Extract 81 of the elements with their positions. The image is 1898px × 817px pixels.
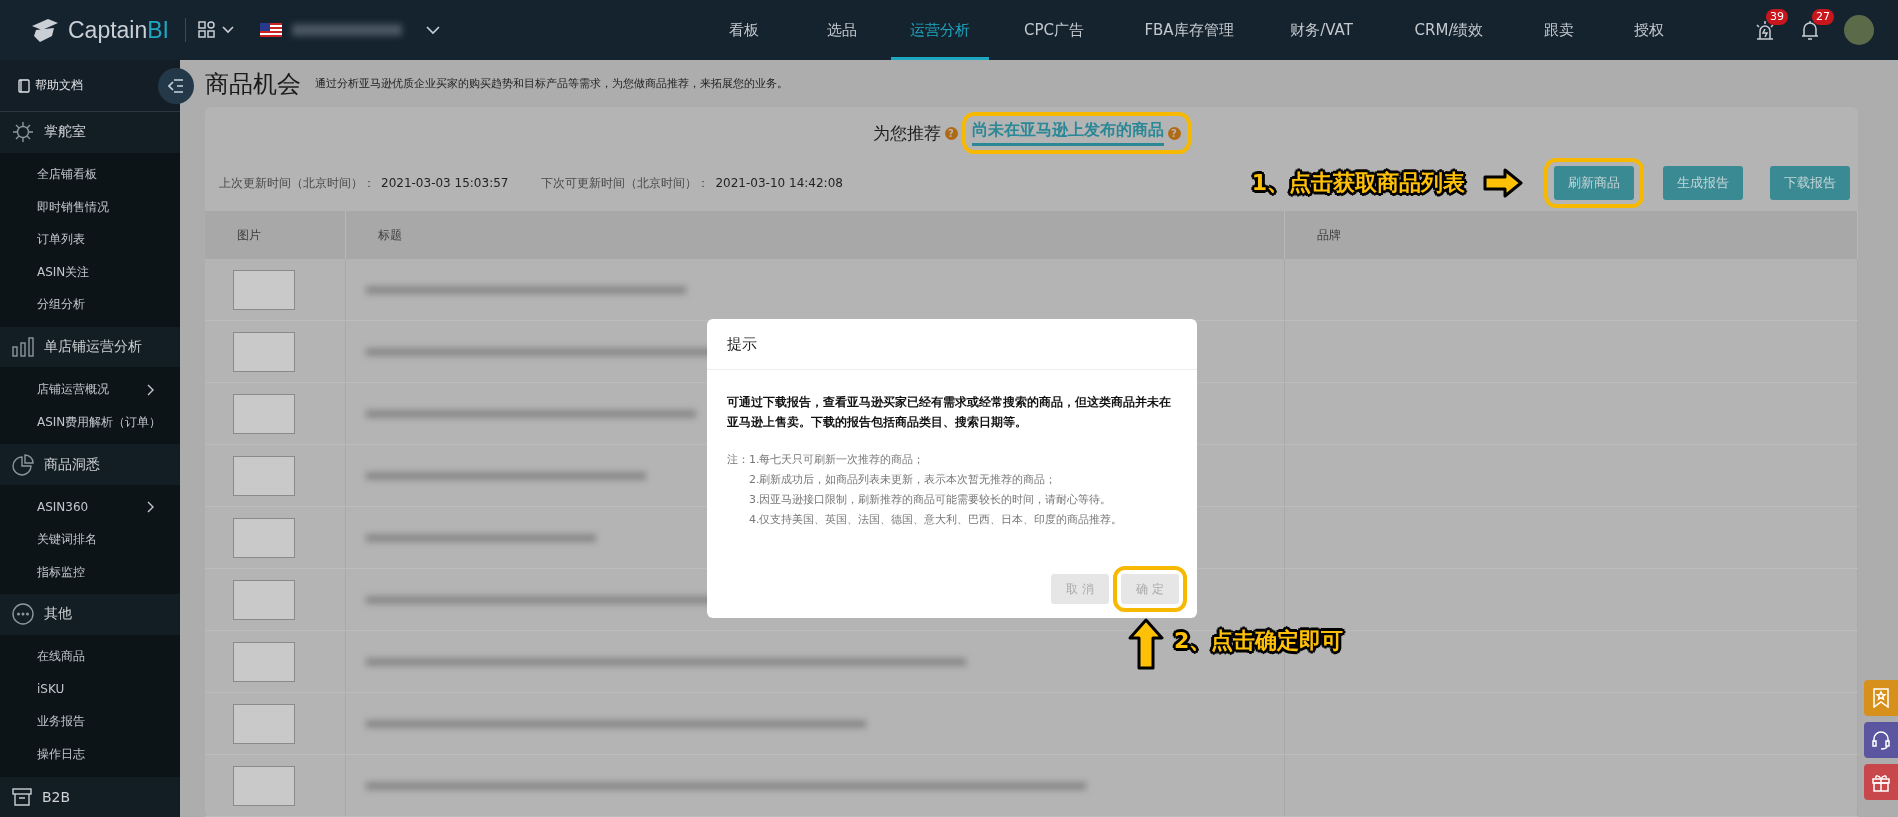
support-button[interactable]	[1864, 722, 1898, 758]
notes-label: 注：	[727, 452, 749, 468]
image-placeholder	[233, 579, 295, 620]
image-placeholder	[233, 455, 295, 496]
nav-tab[interactable]: 看板	[695, 0, 793, 60]
sidebar-item[interactable]: 关键词排名	[0, 523, 180, 556]
image-placeholder	[233, 393, 295, 434]
nav-tab[interactable]: FBA库存管理	[1119, 0, 1259, 60]
sidebar-section-header[interactable]: 商品洞悉	[0, 444, 180, 485]
page-description: 通过分析亚马逊优质企业买家的购买趋势和目标产品等需求，为您做商品推荐，来拓展您的业务。	[315, 76, 788, 91]
note-line: 1.每七天只可刷新一次推荐的商品；	[749, 452, 926, 468]
nav-tab[interactable]: 跟卖	[1514, 0, 1604, 60]
book-icon	[18, 78, 30, 93]
arrow-up-icon	[1128, 618, 1164, 670]
sidebar-section-header[interactable]: 其他	[0, 594, 180, 635]
sidebar-item[interactable]: 操作日志	[0, 738, 180, 771]
gift-icon	[1871, 772, 1891, 792]
nav-tab[interactable]: CPC广告	[989, 0, 1119, 60]
sidebar-item[interactable]: iSKU	[0, 673, 180, 706]
nav-tab[interactable]: 授权	[1604, 0, 1694, 60]
recommend-label: 为您推荐	[872, 121, 941, 145]
sidebar-item[interactable]: 业务报告	[0, 705, 180, 739]
collapse-icon	[168, 79, 184, 93]
avatar[interactable]	[1844, 15, 1874, 45]
next-update-time: 2021-03-10 14:42:08	[715, 176, 843, 190]
last-update-time: 2021-03-03 15:03:57	[381, 176, 509, 190]
note-line: 4.仅支持美国、英国、法国、德国、意大利、巴西、日本、印度的商品推荐。	[749, 512, 1123, 528]
gift-button[interactable]	[1864, 764, 1898, 800]
instruction-text: 1、点击获取商品列表	[1251, 169, 1465, 197]
last-update-label: 上次更新时间（北京时间）：	[219, 174, 375, 192]
sidebar-item[interactable]: 订单列表	[0, 223, 180, 257]
arrow-right-icon	[1483, 168, 1523, 198]
sidebar-item[interactable]: 指标监控	[0, 555, 180, 589]
image-placeholder	[233, 641, 295, 682]
image-placeholder	[233, 331, 295, 372]
note-line: 2.刷新成功后，如商品列表未更新，表示本次暂无推荐的商品；	[749, 472, 1058, 488]
dialog-message: 可通过下载报告，查看亚马逊买家已经有需求或经常搜索的商品，但这类商品并未在亚马逊上售卖。下载的报告包括商品类目、搜索日期等。	[727, 394, 1172, 431]
flag-icon	[260, 23, 282, 37]
sidebar-section-header[interactable]: 掌舵室	[0, 112, 180, 153]
sidebar-item[interactable]: 即时销售情况	[0, 191, 180, 224]
apps-icon[interactable]	[198, 21, 216, 39]
alarm-light-icon[interactable]	[1754, 19, 1776, 41]
archive-box-icon	[12, 786, 32, 807]
bar-chart-icon	[12, 336, 34, 359]
count-badge: 27	[1812, 9, 1834, 25]
sidebar-section-header[interactable]: B2B	[0, 776, 180, 817]
image-placeholder	[233, 703, 295, 744]
sidebar-item[interactable]: 全店铺看板	[0, 158, 180, 192]
sidebar-item[interactable]: ASIN360	[0, 490, 180, 524]
instruction-text: 2、点击确定即可	[1174, 627, 1344, 655]
chevron-down-icon[interactable]	[222, 26, 234, 34]
dialog-title: 提示	[707, 319, 1197, 370]
sidebar-item[interactable]: 分组分析	[0, 288, 180, 322]
pie-chart-icon	[12, 453, 34, 476]
notification-icon[interactable]	[1800, 19, 1820, 41]
nav-tab[interactable]: CRM/绩效	[1384, 0, 1514, 60]
sidebar-item[interactable]: ASIN费用解析（订单）	[0, 405, 180, 439]
sidebar-section-header[interactable]: 单店铺运营分析	[0, 327, 180, 368]
bookmark-star-icon	[1872, 688, 1890, 708]
wheel-icon	[12, 121, 34, 144]
logo-text: CaptainBI	[68, 16, 169, 44]
count-badge: 39	[1766, 9, 1788, 25]
page-title: 商品机会	[205, 68, 301, 100]
image-placeholder	[233, 517, 295, 558]
note-line: 3.因亚马逊接口限制，刷新推荐的商品可能需要较长的时间，请耐心等待。	[749, 492, 1113, 508]
column-header: 图片	[205, 211, 345, 259]
more-icon	[12, 603, 34, 626]
image-placeholder	[233, 765, 295, 806]
sidebar-item[interactable]: ASIN关注	[0, 256, 180, 289]
sidebar-item[interactable]: 店铺运营概况	[0, 373, 180, 406]
chevron-down-icon[interactable]	[426, 25, 440, 35]
sidebar-item[interactable]: 在线商品	[0, 640, 180, 674]
column-header: 品牌	[1284, 211, 1858, 259]
next-update-label: 下次可更新时间（北京时间）：	[541, 174, 710, 192]
column-header: 标题	[345, 211, 1284, 259]
nav-tab[interactable]: 选品	[793, 0, 891, 60]
nav-tab[interactable]: 财务/VAT	[1259, 0, 1384, 60]
image-placeholder	[233, 269, 295, 310]
headset-icon	[1871, 730, 1891, 750]
help-docs-link[interactable]: 帮助文档	[35, 77, 83, 95]
collapse-sidebar-button[interactable]	[158, 68, 194, 104]
